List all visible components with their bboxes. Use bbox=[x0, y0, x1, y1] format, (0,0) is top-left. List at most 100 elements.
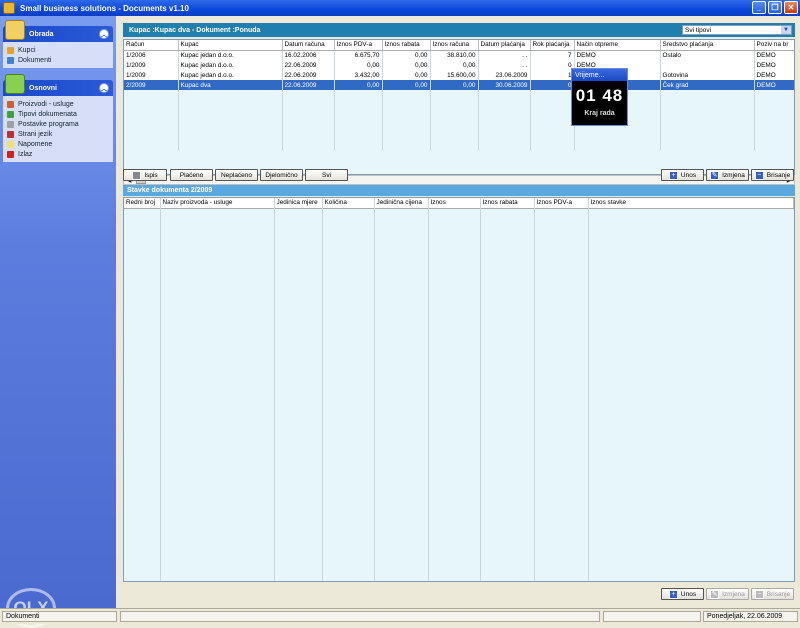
document-icon bbox=[7, 56, 14, 64]
delete-icon: − bbox=[754, 170, 764, 180]
table-row[interactable]: 1/2009 Kupac jedan d.o.o. 22.06.2009 0,00 0,… bbox=[124, 60, 794, 70]
table-row[interactable]: 2/2009 Kupac dva 22.06.2009 0,00 0,00 0,00 30.… bbox=[124, 80, 794, 90]
sidebar-item-napomene[interactable]: Napomene bbox=[7, 139, 113, 149]
column-header[interactable]: Jedinična cijena bbox=[374, 198, 429, 209]
partial-filter-button[interactable]: Djelomično bbox=[260, 169, 303, 181]
status-left: Dokumenti bbox=[2, 611, 117, 622]
table-cell: 0,00 bbox=[334, 60, 383, 70]
table-cell: 15.600,00 bbox=[430, 70, 479, 80]
table-cell: DEMO bbox=[754, 70, 794, 80]
column-header[interactable]: Datum plaćanja bbox=[478, 40, 531, 51]
column-header[interactable]: Način otpreme bbox=[574, 40, 661, 51]
paid-filter-button[interactable]: Plaćeno bbox=[170, 169, 213, 181]
printer-icon bbox=[132, 170, 142, 180]
table-cell: 0,00 bbox=[382, 80, 431, 90]
title-bar: Small business solutions - Documents v1.… bbox=[0, 0, 800, 16]
table-cell: 30.06.2009 bbox=[478, 80, 531, 90]
table-row[interactable]: 1/2009 Kupac jedan d.o.o. 22.06.2009 3.432,… bbox=[124, 70, 794, 80]
panel-osnovni-header[interactable]: Osnovni ︿ bbox=[3, 74, 113, 96]
user-icon bbox=[7, 46, 14, 54]
items-header: Stavke dokumenta 2/2009 bbox=[123, 185, 795, 196]
add-icon: + bbox=[668, 170, 678, 180]
items-grid[interactable]: Redni broj Naziv proizvoda - usluge Jedini… bbox=[123, 197, 795, 582]
sidebar-item-jezik[interactable]: Strani jezik bbox=[7, 129, 113, 139]
panel-title: Osnovni bbox=[29, 84, 58, 92]
table-row[interactable]: 1/2006 Kupac jedan d.o.o. 16.02.2006 6.675,… bbox=[124, 50, 794, 60]
table-cell: . . bbox=[478, 60, 531, 70]
items-table: Redni broj Naziv proizvoda - usluge Jedini… bbox=[124, 198, 794, 209]
clock-label: Kraj rada bbox=[584, 110, 615, 117]
folder-green-icon bbox=[5, 74, 25, 94]
table-cell: DEMO bbox=[754, 80, 794, 90]
sidebar-item-proizvodi[interactable]: Proizvodi - usluge bbox=[7, 99, 113, 109]
print-button[interactable]: Ispis bbox=[123, 169, 167, 181]
column-header[interactable]: Iznos PDV-a bbox=[534, 198, 589, 209]
maximize-button[interactable]: ❐ bbox=[768, 1, 782, 14]
column-header[interactable]: Iznos računa bbox=[430, 40, 479, 51]
table-cell: 1/2009 bbox=[124, 70, 179, 80]
table-cell: 1/2009 bbox=[124, 60, 179, 70]
column-header[interactable]: Iznos rabata bbox=[382, 40, 431, 51]
table-cell: 0,00 bbox=[382, 70, 431, 80]
table-cell: 0,00 bbox=[430, 80, 479, 90]
chevron-down-icon[interactable]: ▼ bbox=[781, 26, 791, 34]
column-header[interactable]: Redni broj bbox=[124, 198, 161, 209]
status-bar: Dokumenti Ponedjeljak, 22.06.2009 bbox=[0, 608, 800, 624]
delete-document-button[interactable]: − Brisanje bbox=[751, 169, 794, 181]
type-select[interactable]: Svi tipovi ▼ bbox=[682, 25, 792, 35]
column-header[interactable]: Iznos PDV-a bbox=[334, 40, 383, 51]
close-button[interactable]: ✕ bbox=[784, 1, 798, 14]
column-header[interactable]: Račun bbox=[124, 40, 179, 51]
clock-title: Vrijeme... bbox=[572, 69, 627, 81]
column-header[interactable]: Iznos stavke bbox=[588, 198, 794, 209]
column-header[interactable]: Iznos bbox=[428, 198, 481, 209]
column-header[interactable]: Iznos rabata bbox=[480, 198, 535, 209]
sidebar-item-postavke[interactable]: Postavke programa bbox=[7, 119, 113, 129]
table-cell: DEMO bbox=[754, 50, 794, 60]
add-item-button[interactable]: + Unos bbox=[661, 588, 704, 600]
unpaid-filter-button[interactable]: Neplaćeno bbox=[215, 169, 258, 181]
table-cell: Kupac jedan d.o.o. bbox=[178, 50, 283, 60]
column-header[interactable]: Kupac bbox=[178, 40, 283, 51]
column-header[interactable]: Poziv na br bbox=[754, 40, 794, 51]
table-cell: Ostalo bbox=[660, 50, 755, 60]
column-header[interactable]: Datum računa bbox=[282, 40, 335, 51]
collapse-icon[interactable]: ︿ bbox=[99, 83, 109, 93]
table-cell: 1 bbox=[530, 70, 575, 80]
document-header-text: Kupac :Kupac dva - Dokument :Ponuda bbox=[129, 26, 261, 34]
flag-icon bbox=[7, 130, 14, 138]
table-cell: 3.432,00 bbox=[334, 70, 383, 80]
status-middle bbox=[120, 611, 600, 622]
clock-value: 01 48 bbox=[575, 86, 624, 105]
table-cell: 38.810,00 bbox=[430, 50, 479, 60]
panel-obrada-header[interactable]: Obrada ︿ bbox=[3, 20, 113, 42]
table-cell: 7 bbox=[530, 50, 575, 60]
app-icon bbox=[3, 2, 15, 14]
table-cell: . . bbox=[478, 50, 531, 60]
documents-grid[interactable]: Račun Kupac Datum računa Iznos PDV-a Iznos r… bbox=[123, 39, 795, 175]
column-header[interactable]: Rok plaćanja bbox=[530, 40, 575, 51]
table-cell: 0 bbox=[530, 60, 575, 70]
delete-item-button[interactable]: − Brisanje bbox=[751, 588, 794, 600]
column-header[interactable]: Sredstvo plaćanja bbox=[660, 40, 755, 51]
sidebar-item-kupci[interactable]: Kupci bbox=[7, 45, 113, 55]
delete-icon: − bbox=[754, 589, 764, 599]
status-spacer bbox=[603, 611, 701, 622]
sidebar-item-dokumenti[interactable]: Dokumenti bbox=[7, 55, 113, 65]
all-filter-button[interactable]: Svi bbox=[305, 169, 348, 181]
table-cell: Kupac dva bbox=[178, 80, 283, 90]
clock-widget: Vrijeme... 01 48 Kraj rada bbox=[571, 68, 628, 126]
column-header[interactable]: Jedinica mjere bbox=[274, 198, 323, 209]
edit-document-button[interactable]: ✎ Izmjena bbox=[706, 169, 749, 181]
column-header[interactable]: Količina bbox=[322, 198, 375, 209]
sidebar-item-izlaz[interactable]: Izlaz bbox=[7, 149, 113, 159]
add-document-button[interactable]: + Unos bbox=[661, 169, 704, 181]
sidebar-item-tipovi[interactable]: Tipovi dokumenata bbox=[7, 109, 113, 119]
collapse-icon[interactable]: ︿ bbox=[99, 29, 109, 39]
exit-icon bbox=[7, 150, 14, 158]
column-header[interactable]: Naziv proizvoda - usluge bbox=[160, 198, 275, 209]
edit-item-button[interactable]: ✎ Izmjena bbox=[706, 588, 749, 600]
documents-table: Račun Kupac Datum računa Iznos PDV-a Iznos r… bbox=[124, 40, 794, 150]
minimize-button[interactable]: _ bbox=[752, 1, 766, 14]
table-cell: 23.06.2009 bbox=[478, 70, 531, 80]
